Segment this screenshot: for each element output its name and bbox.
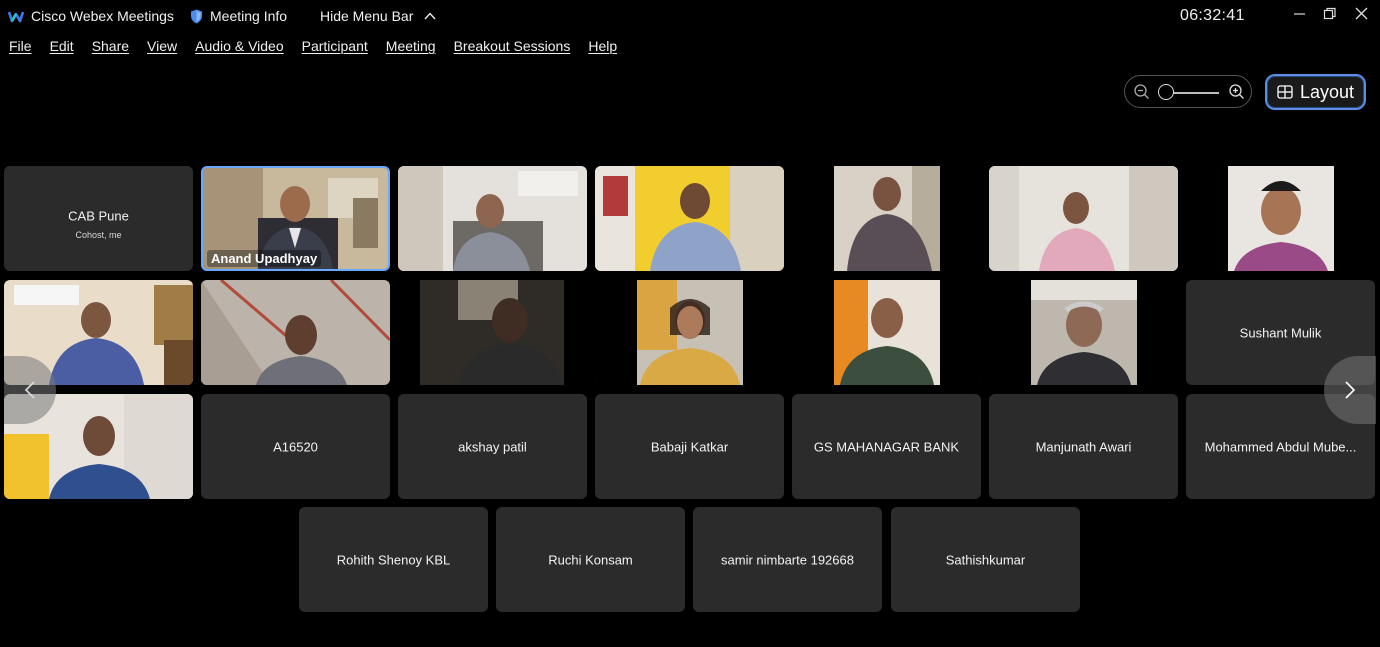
menu-audio-video[interactable]: Audio & Video — [195, 38, 283, 60]
participant-video — [989, 280, 1178, 385]
title-bar: Cisco Webex Meetings Meeting Info Hide M… — [0, 0, 1380, 32]
app-title: Cisco Webex Meetings — [8, 8, 174, 24]
zoom-control — [1124, 75, 1252, 108]
participant-tile-sathishkumar[interactable]: Sathishkumar — [891, 507, 1080, 612]
restore-button[interactable] — [1320, 6, 1340, 24]
menu-help[interactable]: Help — [588, 38, 617, 60]
participant-name: samir nimbarte 192668 — [721, 552, 854, 567]
participant-tile-video-11[interactable] — [595, 280, 784, 385]
participant-name: Anand Upadhyay — [207, 250, 322, 267]
menu-breakout-sessions[interactable]: Breakout Sessions — [454, 38, 571, 60]
participant-tile-video-12[interactable] — [792, 280, 981, 385]
participant-video — [201, 280, 390, 385]
chevron-up-icon — [424, 12, 436, 20]
participant-tile-anand-upadhyay[interactable]: Anand Upadhyay — [201, 166, 390, 271]
participant-role: Cohost, me — [75, 230, 122, 240]
layout-button[interactable]: Layout — [1265, 74, 1366, 110]
participant-name: Ruchi Konsam — [548, 552, 633, 567]
meeting-info-label: Meeting Info — [210, 8, 288, 24]
menu-participant[interactable]: Participant — [302, 38, 368, 60]
meeting-info-button[interactable]: Meeting Info — [190, 8, 287, 24]
menu-view[interactable]: View — [147, 38, 177, 60]
participant-tile-video-5[interactable] — [792, 166, 981, 271]
participant-video — [792, 166, 981, 271]
zoom-slider-handle[interactable] — [1158, 84, 1174, 100]
chevron-left-icon — [24, 381, 35, 399]
participant-name: Rohith Shenoy KBL — [336, 552, 451, 567]
restore-icon — [1323, 7, 1336, 20]
menu-bar: File Edit Share View Audio & Video Parti… — [0, 38, 626, 60]
participant-tile-video-7[interactable] — [1186, 166, 1375, 271]
participant-tile-manjunath-awari[interactable]: Manjunath Awari — [989, 394, 1178, 499]
participant-tile-video-4[interactable] — [595, 166, 784, 271]
chevron-right-icon — [1345, 381, 1356, 399]
minimize-icon — [1294, 13, 1305, 15]
participant-name: CAB Pune — [68, 208, 129, 223]
participant-tile-rohith-shenoy[interactable]: Rohith Shenoy KBL — [299, 507, 488, 612]
participant-name: Babaji Katkar — [650, 439, 729, 454]
participant-name: Manjunath Awari — [1035, 439, 1132, 454]
participant-video — [792, 280, 981, 385]
participant-tile-gs-mahanagar-bank[interactable]: GS MAHANAGAR BANK — [792, 394, 981, 499]
participant-name: Sathishkumar — [945, 552, 1026, 567]
hide-menu-bar-button[interactable]: Hide Menu Bar — [320, 8, 436, 24]
participant-tile-video-9[interactable] — [201, 280, 390, 385]
close-button[interactable] — [1352, 6, 1372, 24]
participant-name: akshay patil — [458, 439, 527, 454]
participant-tile-a16520[interactable]: A16520 — [201, 394, 390, 499]
zoom-in-icon[interactable] — [1228, 83, 1245, 100]
participant-tile-video-3[interactable] — [398, 166, 587, 271]
meeting-clock: 06:32:41 — [1180, 7, 1245, 24]
participant-name: A16520 — [273, 439, 318, 454]
shield-icon — [191, 9, 202, 23]
participant-video — [595, 280, 784, 385]
layout-grid-icon — [1277, 85, 1293, 99]
participant-name: Mohammed Abdul Mube... — [1204, 439, 1357, 454]
participant-video — [398, 166, 587, 271]
participant-tile-video-13[interactable] — [989, 280, 1178, 385]
menu-edit[interactable]: Edit — [50, 38, 74, 60]
layout-label: Layout — [1299, 81, 1355, 102]
participant-tile-akshay-patil[interactable]: akshay patil — [398, 394, 587, 499]
menu-meeting[interactable]: Meeting — [386, 38, 436, 60]
participant-video — [1186, 166, 1375, 271]
webex-logo-icon — [8, 11, 24, 23]
hide-menu-bar-label: Hide Menu Bar — [320, 8, 414, 24]
zoom-slider-track[interactable] — [1169, 92, 1219, 94]
menu-share[interactable]: Share — [92, 38, 129, 60]
menu-file[interactable]: File — [9, 38, 32, 60]
participant-video — [989, 166, 1178, 271]
participant-tile-video-10[interactable] — [398, 280, 587, 385]
zoom-out-icon[interactable] — [1133, 83, 1150, 100]
participant-name: GS MAHANAGAR BANK — [813, 439, 960, 454]
app-name: Cisco Webex Meetings — [31, 8, 174, 24]
participant-tile-ruchi-konsam[interactable]: Ruchi Konsam — [496, 507, 685, 612]
minimize-button[interactable] — [1290, 6, 1310, 24]
participant-name: Sushant Mulik — [1239, 325, 1322, 340]
participant-tile-babaji-katkar[interactable]: Babaji Katkar — [595, 394, 784, 499]
participant-tile-samir-nimbarte[interactable]: samir nimbarte 192668 — [693, 507, 882, 612]
participant-video — [398, 280, 587, 385]
participant-tile-cab-pune[interactable]: CAB Pune Cohost, me — [4, 166, 193, 271]
close-icon — [1355, 7, 1368, 20]
participant-video — [595, 166, 784, 271]
participant-tile-video-6[interactable] — [989, 166, 1178, 271]
